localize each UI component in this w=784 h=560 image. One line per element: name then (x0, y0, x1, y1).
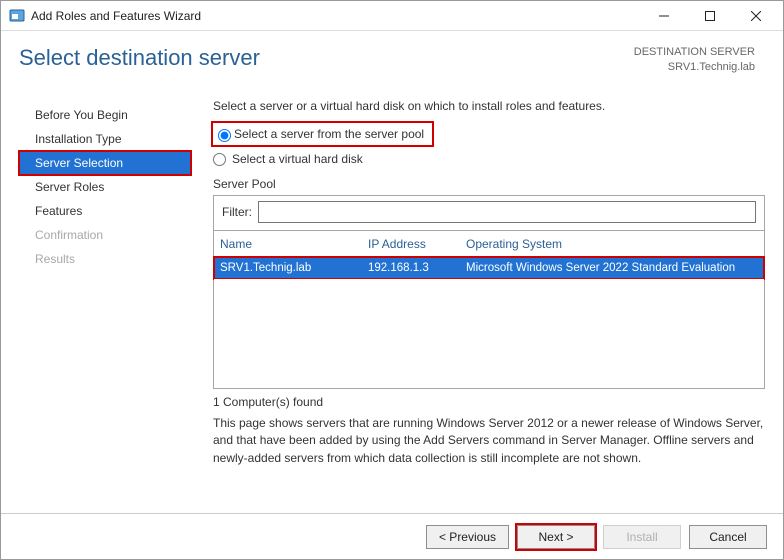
content-pane: Select a server or a virtual hard disk o… (191, 99, 765, 513)
radio-server-pool-label: Select a server from the server pool (234, 127, 424, 141)
radio-vhd-group[interactable]: Select a virtual hard disk (213, 149, 765, 169)
radio-vhd-label: Select a virtual hard disk (232, 152, 363, 166)
install-button: Install (603, 525, 681, 549)
wizard-icon (9, 8, 25, 24)
table-row[interactable]: SRV1.Technig.lab 192.168.1.3 Microsoft W… (214, 257, 764, 279)
table-body-empty (214, 279, 764, 388)
filter-label: Filter: (222, 205, 252, 219)
header: Select destination server DESTINATION SE… (1, 31, 783, 99)
minimize-button[interactable] (641, 1, 687, 31)
server-pool-label: Server Pool (213, 177, 765, 191)
step-confirmation: Confirmation (19, 223, 191, 247)
col-name[interactable]: Name (220, 237, 368, 251)
description-text: This page shows servers that are running… (213, 415, 765, 467)
radio-server-pool-group[interactable]: Select a server from the server pool (213, 123, 432, 145)
close-button[interactable] (733, 1, 779, 31)
instruction-text: Select a server or a virtual hard disk o… (213, 99, 765, 113)
wizard-steps: Before You Begin Installation Type Serve… (19, 99, 191, 513)
window-title: Add Roles and Features Wizard (31, 9, 641, 23)
filter-box: Filter: (213, 195, 765, 231)
maximize-button[interactable] (687, 1, 733, 31)
step-server-selection[interactable]: Server Selection (19, 151, 191, 175)
step-server-roles[interactable]: Server Roles (19, 175, 191, 199)
next-button[interactable]: Next > (517, 525, 595, 549)
col-os[interactable]: Operating System (466, 237, 758, 251)
step-results: Results (19, 247, 191, 271)
cell-name: SRV1.Technig.lab (220, 262, 368, 274)
step-installation-type[interactable]: Installation Type (19, 127, 191, 151)
previous-button[interactable]: < Previous (426, 525, 509, 549)
step-before-you-begin[interactable]: Before You Begin (19, 103, 191, 127)
cancel-button[interactable]: Cancel (689, 525, 767, 549)
step-features[interactable]: Features (19, 199, 191, 223)
page-title: Select destination server (19, 45, 634, 71)
table-header: Name IP Address Operating System (214, 231, 764, 257)
destination-label: DESTINATION SERVER (634, 45, 755, 60)
filter-input[interactable] (258, 201, 756, 223)
col-ip[interactable]: IP Address (368, 237, 466, 251)
radio-server-pool[interactable] (218, 129, 231, 142)
destination-value: SRV1.Technig.lab (634, 60, 755, 75)
cell-ip: 192.168.1.3 (368, 262, 466, 274)
main-area: Before You Begin Installation Type Serve… (1, 99, 783, 513)
computers-found: 1 Computer(s) found (213, 395, 765, 409)
footer: < Previous Next > Install Cancel (1, 513, 783, 559)
server-table: Name IP Address Operating System SRV1.Te… (213, 231, 765, 389)
destination-info: DESTINATION SERVER SRV1.Technig.lab (634, 45, 755, 75)
cell-os: Microsoft Windows Server 2022 Standard E… (466, 262, 758, 274)
title-bar: Add Roles and Features Wizard (1, 1, 783, 31)
radio-vhd[interactable] (213, 153, 226, 166)
